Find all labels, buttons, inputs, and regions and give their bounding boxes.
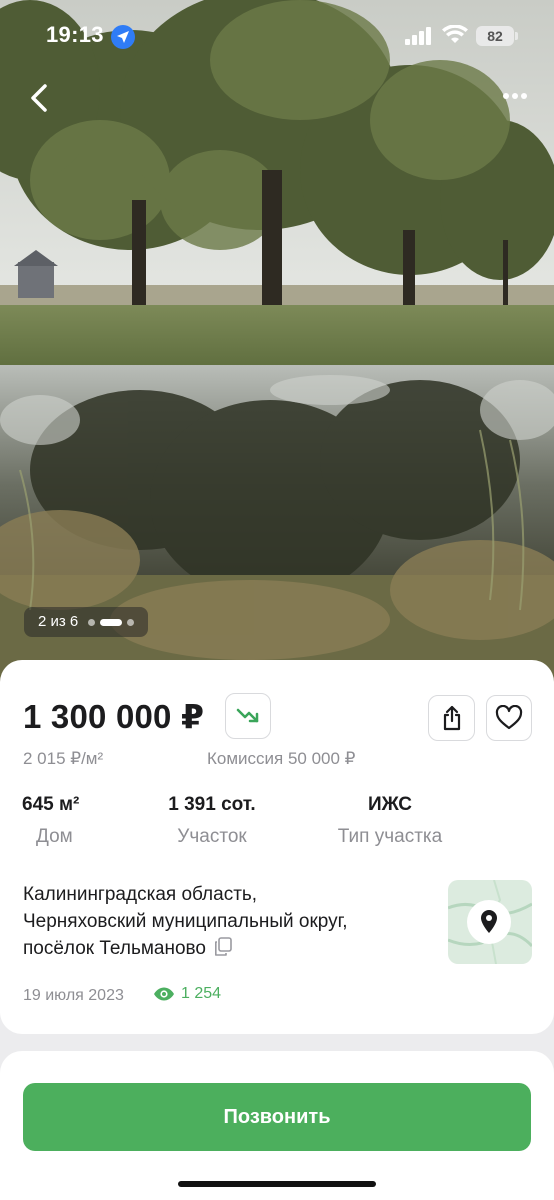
views-count: 1 254 <box>153 985 221 1003</box>
back-chevron-icon[interactable] <box>22 80 58 116</box>
listing-address: Калининградская область, Черняховский му… <box>23 881 423 962</box>
map-preview-graphic <box>448 880 532 964</box>
photo-counter-text: 2 из 6 <box>38 613 79 630</box>
copy-icon[interactable] <box>214 937 232 956</box>
share-button[interactable] <box>428 695 475 741</box>
pagination-dot <box>127 618 135 626</box>
status-time: 19:13 <box>46 22 104 47</box>
commission: Комиссия 50 000 ₽ <box>207 749 356 768</box>
address-line: Черняховский муниципальный округ, <box>23 911 348 932</box>
photo-counter: 2 из 6 <box>24 607 149 637</box>
pagination-dot <box>88 618 96 626</box>
more-dots-icon[interactable] <box>500 88 530 104</box>
views-number: 1 254 <box>181 985 222 1002</box>
pagination-dot-active <box>100 618 123 626</box>
listing-price: 1 300 000 ₽ <box>23 698 205 735</box>
map-thumbnail[interactable] <box>448 880 532 964</box>
address-line: Калининградская область, <box>23 884 258 905</box>
stat-plot-area: 1 391 сот. Участок <box>150 794 274 848</box>
favorite-button[interactable] <box>486 695 532 741</box>
stat-house-area: 645 м² Дом <box>22 794 79 848</box>
address-line: посёлок Тельманово <box>23 938 206 959</box>
listing-photo[interactable]: 19:13 82 2 из 6 <box>0 0 554 700</box>
pond-landscape-photo <box>0 0 554 700</box>
home-indicator[interactable] <box>178 1181 376 1187</box>
stat-label: Дом <box>36 826 73 847</box>
price-per-square-meter: 2 015 ₽/м² <box>23 749 104 768</box>
stat-value: ИЖС <box>367 794 413 815</box>
share-icon <box>443 705 460 731</box>
bottom-action-bar: Позвонить <box>0 1051 554 1200</box>
location-arrow-icon <box>111 25 135 49</box>
listing-date: 19 июля 2023 <box>23 987 124 1004</box>
photo-pagination-dots <box>88 618 135 626</box>
stat-label: Участок <box>177 826 247 847</box>
wifi-icon <box>442 25 468 43</box>
stat-label: Тип участка <box>337 826 443 847</box>
listing-info-card: 1 300 000 ₽ 2 015 ₽/м² Комиссия 50 000 ₽… <box>0 660 554 1034</box>
stat-value: 1 391 сот. <box>168 794 256 815</box>
heart-icon <box>495 705 523 730</box>
signal-icon <box>405 27 431 45</box>
call-button[interactable]: Позвонить <box>23 1083 531 1151</box>
trend-down-icon <box>236 708 259 723</box>
stat-plot-type: ИЖС Тип участка <box>322 794 458 848</box>
battery-tip <box>515 32 518 40</box>
eye-icon <box>154 987 174 1001</box>
stat-value: 645 м² <box>22 794 80 815</box>
battery-icon: 82 <box>476 26 514 46</box>
status-bar: 19:13 82 <box>0 0 554 74</box>
price-history-button[interactable] <box>225 693 271 739</box>
